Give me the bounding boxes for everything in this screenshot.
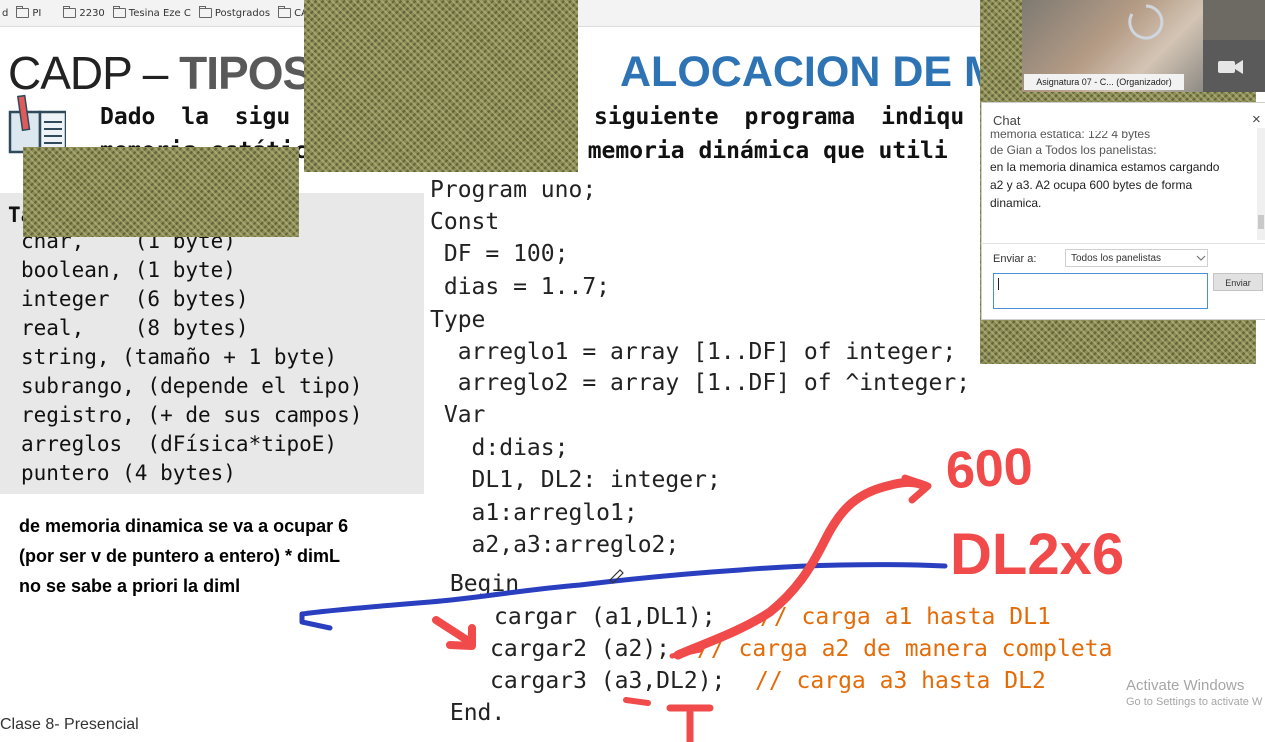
- blue-ink-stroke: [299, 562, 948, 631]
- handwritten-dl2x6: DL2x6: [950, 522, 1124, 587]
- activation-watermark-sub: Go to Settings to activate W: [1126, 696, 1263, 708]
- red-ink-arrow: [432, 616, 476, 650]
- red-ink-stroke: [901, 474, 932, 504]
- red-ink-stroke: [623, 697, 651, 706]
- red-ink-stroke: [666, 704, 714, 742]
- ink-annotations: 600 DL2x6: [299, 438, 1124, 742]
- activation-watermark: Activate Windows: [1126, 677, 1245, 694]
- handwritten-600: 600: [944, 438, 1034, 500]
